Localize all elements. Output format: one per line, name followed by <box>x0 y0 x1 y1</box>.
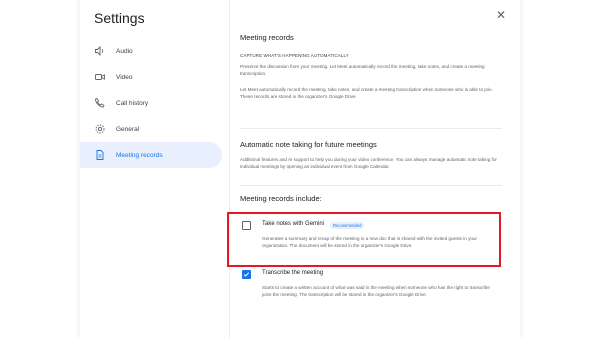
check-icon <box>243 272 250 277</box>
section-description: Additional features and AI support to he… <box>240 157 497 169</box>
transcribe-label: Transcribe the meeting <box>262 270 324 276</box>
sidebar-item-label: Audio <box>116 47 133 55</box>
section-description: Let Meet automatically record the meetin… <box>240 87 493 99</box>
recommended-badge: Recommended <box>330 222 365 229</box>
section-divider <box>240 128 502 129</box>
section-description: Preserve the discussion from your meetin… <box>240 64 485 76</box>
settings-title: Settings <box>94 10 145 26</box>
speaker-icon <box>94 45 106 57</box>
sidebar-item-general[interactable]: General <box>80 116 222 142</box>
take-notes-label: Take notes with Gemini <box>262 221 325 227</box>
phone-icon <box>94 97 106 109</box>
settings-dialog: Settings Audio Video Call history Genera… <box>80 0 520 338</box>
sidebar-item-label: General <box>116 125 140 133</box>
sidebar-item-label: Video <box>116 73 133 81</box>
sidebar-divider <box>229 0 230 338</box>
sidebar-item-video[interactable]: Video <box>80 64 222 90</box>
sidebar-item-audio[interactable]: Audio <box>80 38 222 64</box>
take-notes-description: Generates a summary and recap of the mee… <box>262 236 478 248</box>
settings-sidebar: Settings Audio Video Call history Genera… <box>80 0 228 338</box>
settings-nav: Audio Video Call history General Meeting… <box>80 38 228 168</box>
document-icon <box>94 149 106 161</box>
include-title: Meeting records include: <box>240 194 322 203</box>
sidebar-item-label: Call history <box>116 99 149 107</box>
section-title-meeting-records: Meeting records <box>240 33 294 42</box>
transcribe-description: Starts to create a written account of wh… <box>262 285 490 297</box>
section-caption: CAPTURE WHAT'S HAPPENING AUTOMATICALLY <box>240 53 349 58</box>
sidebar-item-call-history[interactable]: Call history <box>80 90 222 116</box>
take-notes-checkbox[interactable] <box>242 221 251 230</box>
video-camera-icon <box>94 71 106 83</box>
transcribe-checkbox[interactable] <box>242 270 251 279</box>
section-divider <box>240 185 502 186</box>
gear-icon <box>94 123 106 135</box>
sidebar-item-meeting-records[interactable]: Meeting records <box>80 142 222 168</box>
section-title-note-taking: Automatic note taking for future meeting… <box>240 140 377 149</box>
sidebar-item-label: Meeting records <box>116 151 163 159</box>
